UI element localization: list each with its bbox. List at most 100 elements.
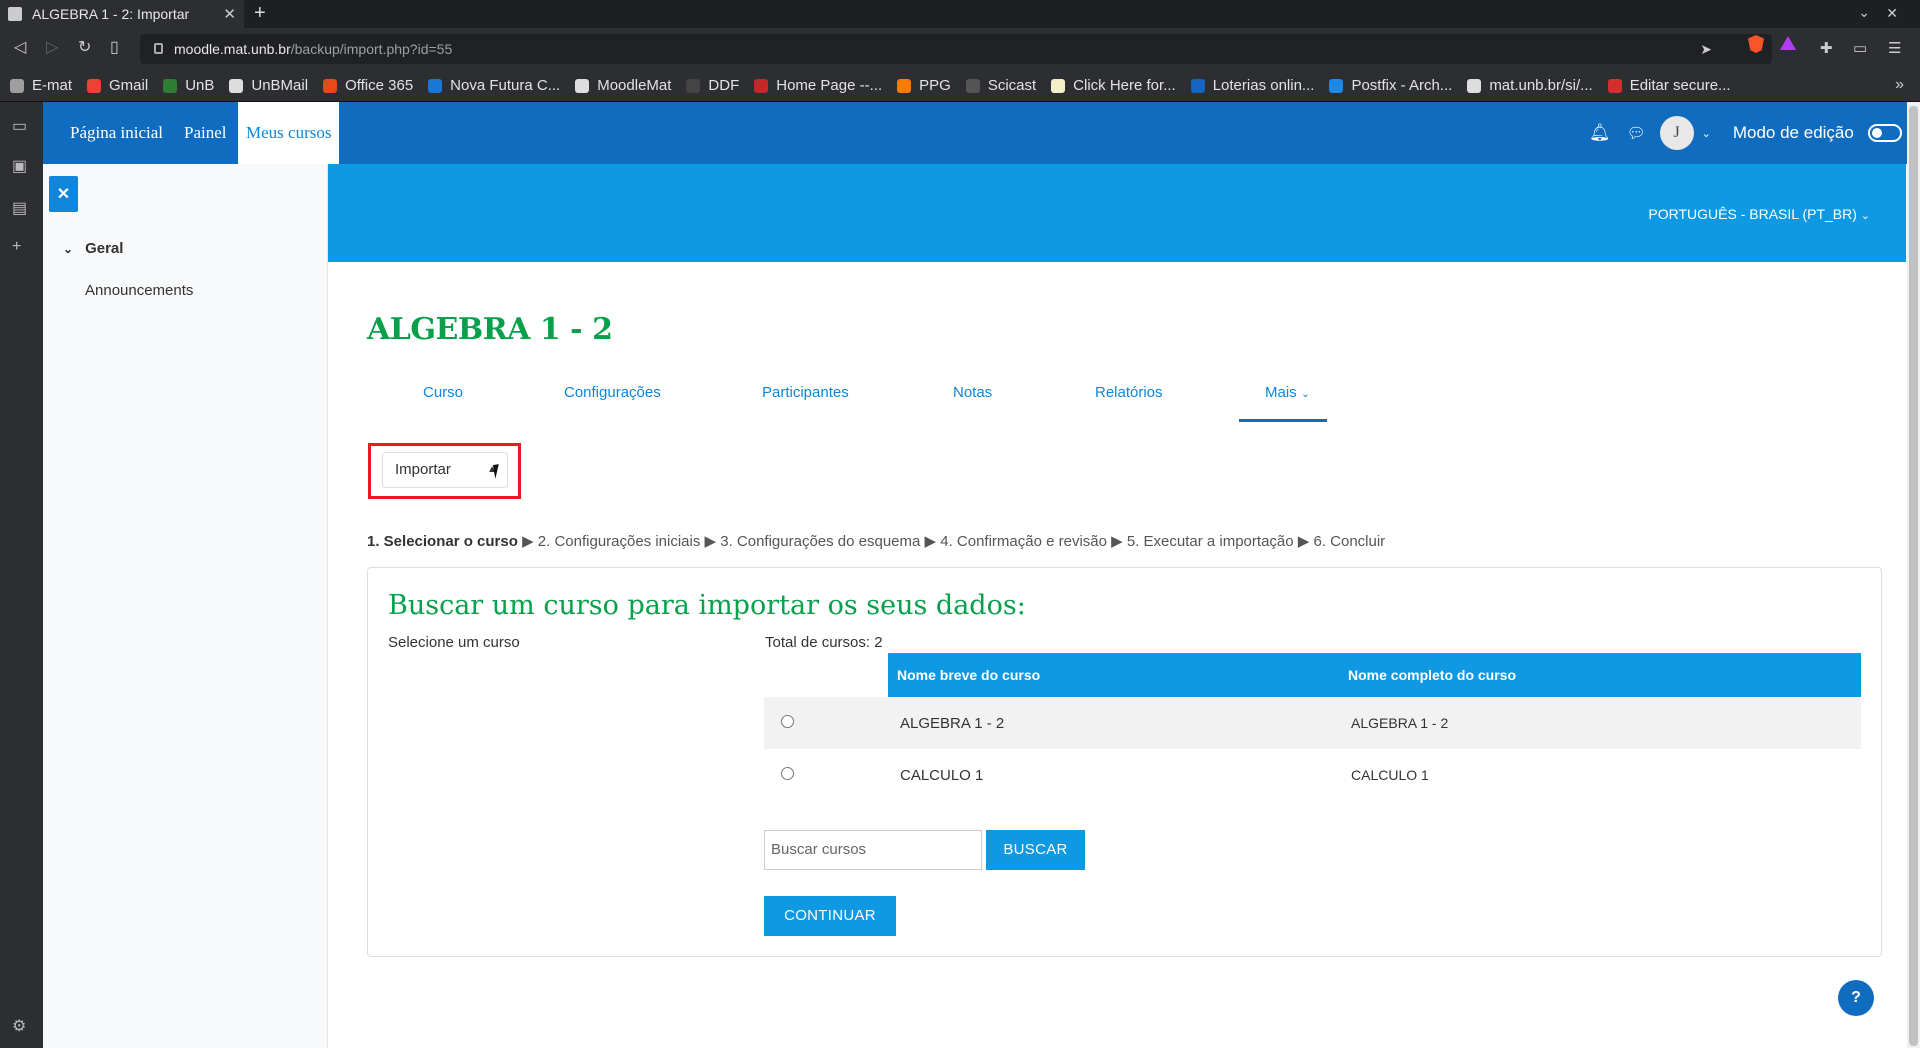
chevron-down-icon[interactable]: ⌄: [63, 242, 73, 256]
messages-icon[interactable]: 💬︎: [1627, 124, 1646, 142]
bookmark-label: MoodleMat: [597, 77, 672, 94]
action-select[interactable]: Importar ▲: [382, 452, 508, 488]
bookmark-label: E-mat: [32, 77, 73, 94]
tab-list-chevron-icon[interactable]: ⌄: [1858, 4, 1870, 21]
new-tab-icon[interactable]: +: [254, 3, 266, 23]
bookmark-item[interactable]: Office 365: [323, 77, 413, 94]
bookmark-favicon-icon: [965, 78, 980, 93]
bookmark-item[interactable]: UnBMail: [229, 77, 308, 94]
bookmark-favicon-icon: [1051, 78, 1066, 93]
browser-tabbar: ALGEBRA 1 - 2: Importar ✕ + ⌄ ✕: [0, 0, 1920, 28]
search-courses-input[interactable]: Buscar cursos: [764, 830, 982, 870]
bookmark-item[interactable]: mat.unb.br/si/...: [1467, 77, 1593, 94]
tab-mais[interactable]: Mais ⌄: [1265, 384, 1310, 401]
bookmark-label: mat.unb.br/si/...: [1489, 77, 1593, 94]
add-panel-icon[interactable]: +: [12, 238, 21, 256]
bookmark-favicon-icon: [428, 78, 443, 93]
bookmark-item[interactable]: MoodleMat: [575, 77, 671, 94]
bookmark-item[interactable]: Click Here for...: [1051, 77, 1176, 94]
settings-gear-icon[interactable]: ⚙: [12, 1016, 26, 1036]
bookmark-item[interactable]: Home Page --...: [754, 77, 882, 94]
nav-my-courses-link[interactable]: Meus cursos: [238, 102, 340, 164]
course-full-name: ALGEBRA 1 - 2: [1351, 715, 1449, 731]
course-radio[interactable]: [781, 767, 794, 780]
nav-dashboard-link[interactable]: Painel: [184, 102, 227, 164]
bookmark-label: UnB: [185, 77, 215, 94]
address-bar[interactable]: moodle.mat.unb.br/backup/import.php?id=5…: [140, 34, 1772, 64]
browser-tab[interactable]: ALGEBRA 1 - 2: Importar ✕: [0, 0, 244, 28]
reading-list-icon[interactable]: ▤: [12, 198, 27, 218]
tab-participantes[interactable]: Participantes: [762, 384, 849, 401]
language-chevron-icon: ⌄: [1860, 210, 1870, 222]
total-courses-label: Total de cursos: 2: [765, 634, 883, 651]
table-row[interactable]: CALCULO 1 CALCULO 1: [764, 749, 1861, 801]
continue-button[interactable]: CONTINUAR: [764, 896, 896, 936]
bookmark-label: DDF: [708, 77, 740, 94]
course-title: ALGEBRA 1 - 2: [367, 312, 613, 347]
bookmark-label: Home Page --...: [776, 77, 883, 94]
tab-title: ALGEBRA 1 - 2: Importar: [32, 6, 190, 22]
tab-notas[interactable]: Notas: [953, 384, 992, 401]
nav-home-link[interactable]: Página inicial: [70, 102, 163, 164]
forward-icon[interactable]: ▷: [46, 40, 58, 56]
notifications-bell-icon[interactable]: 🔔︎: [1589, 123, 1611, 143]
bookmark-item[interactable]: PPG: [897, 77, 951, 94]
scrollbar-thumb[interactable]: [1909, 106, 1918, 1046]
bookmark-favicon-icon: [163, 78, 178, 93]
bookmark-item[interactable]: Postfix - Arch...: [1329, 77, 1452, 94]
side-panel-strip: ▭ ▣ ▤ + ⚙: [0, 102, 43, 1048]
user-menu-chevron-icon[interactable]: ⌄: [1702, 127, 1711, 140]
brave-rewards-icon[interactable]: [1780, 36, 1796, 50]
import-course-card: Buscar um curso para importar os seus da…: [367, 567, 1882, 957]
share-icon[interactable]: ➤: [1700, 41, 1712, 58]
edit-mode-label: Modo de edição: [1732, 123, 1854, 142]
page-scrollbar[interactable]: [1907, 102, 1920, 1048]
col-short-name: Nome breve do curso: [897, 667, 1041, 683]
bookmarks-bar: E-mat Gmail UnB UnBMail Office 365 Nova Futur…: [0, 70, 1920, 102]
bookmark-item[interactable]: Gmail: [87, 77, 148, 94]
search-button[interactable]: BUSCAR: [986, 830, 1085, 870]
more-bookmarks-icon[interactable]: »: [1895, 76, 1904, 94]
extensions-icon[interactable]: ✚: [1820, 39, 1833, 57]
drawer-section-geral[interactable]: ⌄ Geral: [63, 240, 123, 257]
drawer-item-announcements[interactable]: Announcements: [85, 282, 193, 299]
brave-shields-icon[interactable]: [1748, 35, 1764, 53]
bookmark-favicon-icon: [754, 78, 769, 93]
course-short-name: CALCULO 1: [900, 767, 984, 784]
bookmark-item[interactable]: Editar secure...: [1607, 77, 1731, 94]
moodle-favicon-icon: [8, 7, 22, 21]
back-icon[interactable]: ◁: [14, 40, 26, 56]
tab-configuracoes[interactable]: Configurações: [564, 384, 661, 401]
video-icon[interactable]: ▭: [12, 116, 27, 136]
reload-icon[interactable]: ↻: [78, 40, 91, 56]
language-selector[interactable]: PORTUGUÊS - BRASIL (PT_BR) ⌄: [1648, 206, 1870, 222]
wallet-icon[interactable]: ▭: [1853, 39, 1867, 57]
window-close-icon[interactable]: ✕: [1886, 5, 1898, 22]
course-radio[interactable]: [781, 715, 794, 728]
close-tab-icon[interactable]: ✕: [223, 5, 236, 23]
bookmark-label: Gmail: [109, 77, 149, 94]
bookmark-item[interactable]: Nova Futura C...: [428, 77, 560, 94]
briefcase-icon[interactable]: ▣: [12, 156, 27, 176]
tab-curso[interactable]: Curso: [423, 384, 463, 401]
bookmark-icon[interactable]: ▯: [110, 40, 119, 56]
close-drawer-button[interactable]: ✕: [49, 176, 78, 212]
bookmark-item[interactable]: Loterias onlin...: [1190, 77, 1314, 94]
current-step: 1. Selecionar o curso: [367, 533, 518, 550]
url-path: /backup/import.php?id=55: [290, 41, 453, 57]
help-button[interactable]: ?: [1838, 980, 1874, 1016]
bookmark-favicon-icon: [1329, 78, 1344, 93]
action-select-value: Importar: [395, 461, 451, 478]
page-header-banner: PORTUGUÊS - BRASIL (PT_BR) ⌄: [328, 164, 1906, 262]
bookmark-item[interactable]: E-mat: [10, 77, 72, 94]
user-avatar[interactable]: J: [1659, 116, 1694, 150]
course-short-name: ALGEBRA 1 - 2: [900, 715, 1005, 732]
bookmark-item[interactable]: Scicast: [965, 77, 1036, 94]
tab-relatorios[interactable]: Relatórios: [1095, 384, 1163, 401]
menu-icon[interactable]: ☰: [1888, 39, 1901, 57]
edit-mode-toggle[interactable]: [1867, 124, 1902, 142]
table-row[interactable]: ALGEBRA 1 - 2 ALGEBRA 1 - 2: [764, 697, 1861, 749]
bookmark-item[interactable]: UnB: [163, 77, 214, 94]
bookmark-item[interactable]: DDF: [686, 77, 739, 94]
course-full-name: CALCULO 1: [1351, 767, 1429, 783]
